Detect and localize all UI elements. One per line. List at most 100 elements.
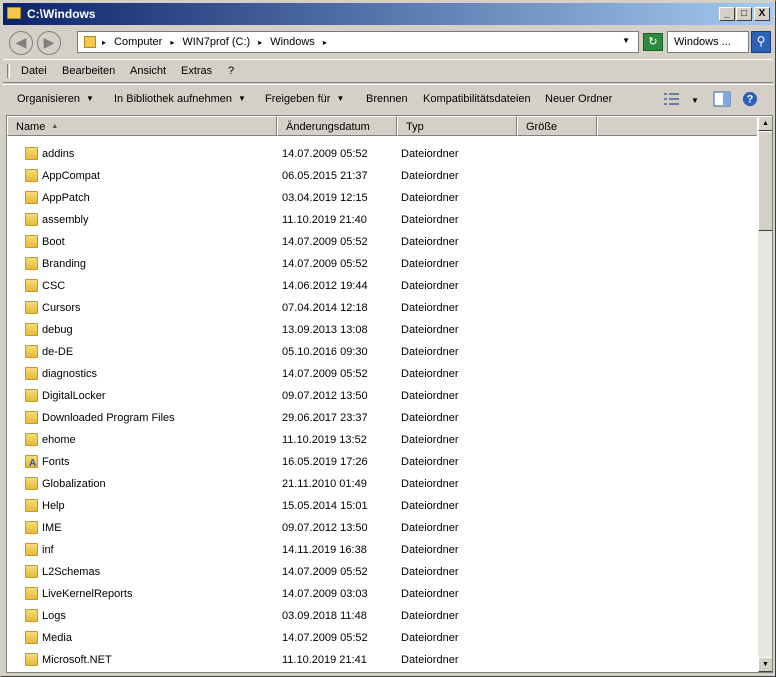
folder-icon <box>25 411 38 424</box>
library-button[interactable]: In Bibliothek aufnehmen ▼ <box>114 93 246 105</box>
table-row[interactable]: Boot 14.07.2009 05:52 Dateiordner <box>7 232 757 254</box>
table-row[interactable]: assembly 11.10.2019 21:40 Dateiordner <box>7 210 757 232</box>
scroll-down-icon[interactable]: ▼ <box>758 657 772 672</box>
table-row[interactable]: LiveKernelReports 14.07.2009 03:03 Dateior… <box>7 584 757 606</box>
search-button[interactable]: ⚲ <box>751 31 771 53</box>
file-name: Downloaded Program Files <box>42 412 175 424</box>
chevron-right-icon[interactable]: ▸ <box>102 36 106 49</box>
file-date: 07.04.2014 12:18 <box>282 302 368 314</box>
folder-icon <box>25 301 38 314</box>
table-row[interactable]: diagnostics 14.07.2009 05:52 Dateiordner <box>7 364 757 386</box>
maximize-button[interactable]: □ <box>736 7 752 21</box>
table-row[interactable]: CSC 14.06.2012 19:44 Dateiordner <box>7 276 757 298</box>
table-row[interactable]: IME 09.07.2012 13:50 Dateiordner <box>7 518 757 540</box>
table-row[interactable]: inf 14.11.2019 16:38 Dateiordner <box>7 540 757 562</box>
file-date: 14.07.2009 05:52 <box>282 368 368 380</box>
folder-icon <box>25 631 38 644</box>
file-name: Globalization <box>42 478 106 490</box>
file-list: Name ▲ Änderungsdatum Typ Größe addins 14.… <box>6 115 773 673</box>
minimize-button[interactable]: _ <box>719 7 735 21</box>
chevron-right-icon[interactable]: ▸ <box>170 36 174 49</box>
burn-button[interactable]: Brennen <box>366 93 408 105</box>
folder-icon <box>25 213 38 226</box>
forward-arrow-icon: ▶ <box>43 34 55 50</box>
folder-icon <box>84 36 96 48</box>
table-row[interactable]: Downloaded Program Files 29.06.2017 23:37… <box>7 408 757 430</box>
file-name: Media <box>42 632 72 644</box>
column-type[interactable]: Typ <box>397 116 517 136</box>
scroll-thumb[interactable] <box>758 131 772 231</box>
file-date: 21.11.2010 01:49 <box>282 478 367 490</box>
scroll-up-icon[interactable]: ▲ <box>758 116 772 131</box>
help-icon[interactable]: ? <box>741 91 759 107</box>
table-row[interactable]: Branding 14.07.2009 05:52 Dateiordner <box>7 254 757 276</box>
table-row[interactable]: AppPatch 03.04.2019 12:15 Dateiordner <box>7 188 757 210</box>
breadcrumb-drive[interactable]: WIN7prof (C:) <box>182 36 250 49</box>
new-folder-button[interactable]: Neuer Ordner <box>545 93 612 105</box>
file-name: L2Schemas <box>42 566 101 578</box>
menu-extras[interactable]: Extras <box>181 65 212 77</box>
column-size[interactable]: Größe <box>517 116 597 136</box>
close-button[interactable]: X <box>754 7 770 21</box>
table-row[interactable]: addins 14.07.2009 05:52 Dateiordner <box>7 144 757 166</box>
organize-label: Organisieren <box>17 93 80 105</box>
table-row[interactable]: Help 15.05.2014 15:01 Dateiordner <box>7 496 757 518</box>
column-name[interactable]: Name ▲ <box>7 116 277 136</box>
file-type: Dateiordner <box>401 632 459 644</box>
compat-files-button[interactable]: Kompatibilitätsdateien <box>423 93 531 105</box>
file-date: 16.05.2019 17:26 <box>282 456 368 468</box>
file-type: Dateiordner <box>401 170 459 182</box>
menu-help[interactable]: ? <box>228 65 234 77</box>
file-type: Dateiordner <box>401 566 459 578</box>
back-button[interactable]: ◀ <box>9 31 33 55</box>
file-type: Dateiordner <box>401 324 459 336</box>
menu-ansicht[interactable]: Ansicht <box>130 65 166 77</box>
chevron-right-icon[interactable]: ▸ <box>323 36 327 49</box>
share-button[interactable]: Freigeben für ▼ <box>265 93 344 105</box>
chevron-down-icon: ▼ <box>85 94 94 103</box>
table-row[interactable]: Microsoft.NET 11.10.2019 21:41 Dateiordner <box>7 650 757 672</box>
folder-icon <box>25 147 38 160</box>
file-type: Dateiordner <box>401 654 459 666</box>
title-bar[interactable]: C:\Windows _ □ X <box>3 3 773 25</box>
table-row[interactable]: de-DE 05.10.2016 09:30 Dateiordner <box>7 342 757 364</box>
chevron-down-icon[interactable]: ▼ <box>691 96 699 105</box>
file-type: Dateiordner <box>401 302 459 314</box>
file-name: debug <box>42 324 73 336</box>
file-type: Dateiordner <box>401 610 459 622</box>
library-label: In Bibliothek aufnehmen <box>114 93 233 105</box>
toolbar-grip <box>7 64 10 78</box>
folder-icon <box>25 323 38 336</box>
breadcrumb-computer[interactable]: Computer <box>114 36 162 49</box>
vertical-scrollbar[interactable]: ▲ ▼ <box>758 116 772 672</box>
table-row[interactable]: Logs 03.09.2018 11:48 Dateiordner <box>7 606 757 628</box>
file-date: 13.09.2013 13:08 <box>282 324 368 336</box>
folder-icon <box>25 653 38 666</box>
file-type: Dateiordner <box>401 544 459 556</box>
table-row[interactable]: Fonts 16.05.2019 17:26 Dateiordner <box>7 452 757 474</box>
file-type: Dateiordner <box>401 258 459 270</box>
table-row[interactable]: Globalization 21.11.2010 01:49 Dateiordner <box>7 474 757 496</box>
breadcrumb-windows[interactable]: Windows <box>270 36 315 49</box>
refresh-button[interactable]: ↻ <box>643 33 663 51</box>
file-type: Dateiordner <box>401 434 459 446</box>
forward-button[interactable]: ▶ <box>37 31 61 55</box>
table-row[interactable]: AppCompat 06.05.2015 21:37 Dateiordner <box>7 166 757 188</box>
table-row[interactable]: DigitalLocker 09.07.2012 13:50 Dateiordner <box>7 386 757 408</box>
organize-button[interactable]: Organisieren ▼ <box>17 93 94 105</box>
table-row[interactable]: Cursors 07.04.2014 12:18 Dateiordner <box>7 298 757 320</box>
search-input[interactable]: Windows ... <box>667 31 749 53</box>
explorer-window: C:\Windows _ □ X ◀ ▶ ▸ Computer ▸ WIN7pr… <box>0 0 776 677</box>
address-path[interactable]: ▸ Computer ▸ WIN7prof (C:) ▸ Windows ▸ ▼ <box>77 31 639 53</box>
menu-datei[interactable]: Datei <box>21 65 47 77</box>
table-row[interactable]: L2Schemas 14.07.2009 05:52 Dateiordner <box>7 562 757 584</box>
table-row[interactable]: debug 13.09.2013 13:08 Dateiordner <box>7 320 757 342</box>
column-date[interactable]: Änderungsdatum <box>277 116 397 136</box>
preview-pane-icon[interactable] <box>713 91 731 107</box>
menu-bearbeiten[interactable]: Bearbeiten <box>62 65 115 77</box>
chevron-right-icon[interactable]: ▸ <box>258 36 262 49</box>
view-options-icon[interactable] <box>663 91 681 107</box>
chevron-down-icon[interactable]: ▼ <box>622 36 630 45</box>
table-row[interactable]: Media 14.07.2009 05:52 Dateiordner <box>7 628 757 650</box>
table-row[interactable]: ehome 11.10.2019 13:52 Dateiordner <box>7 430 757 452</box>
